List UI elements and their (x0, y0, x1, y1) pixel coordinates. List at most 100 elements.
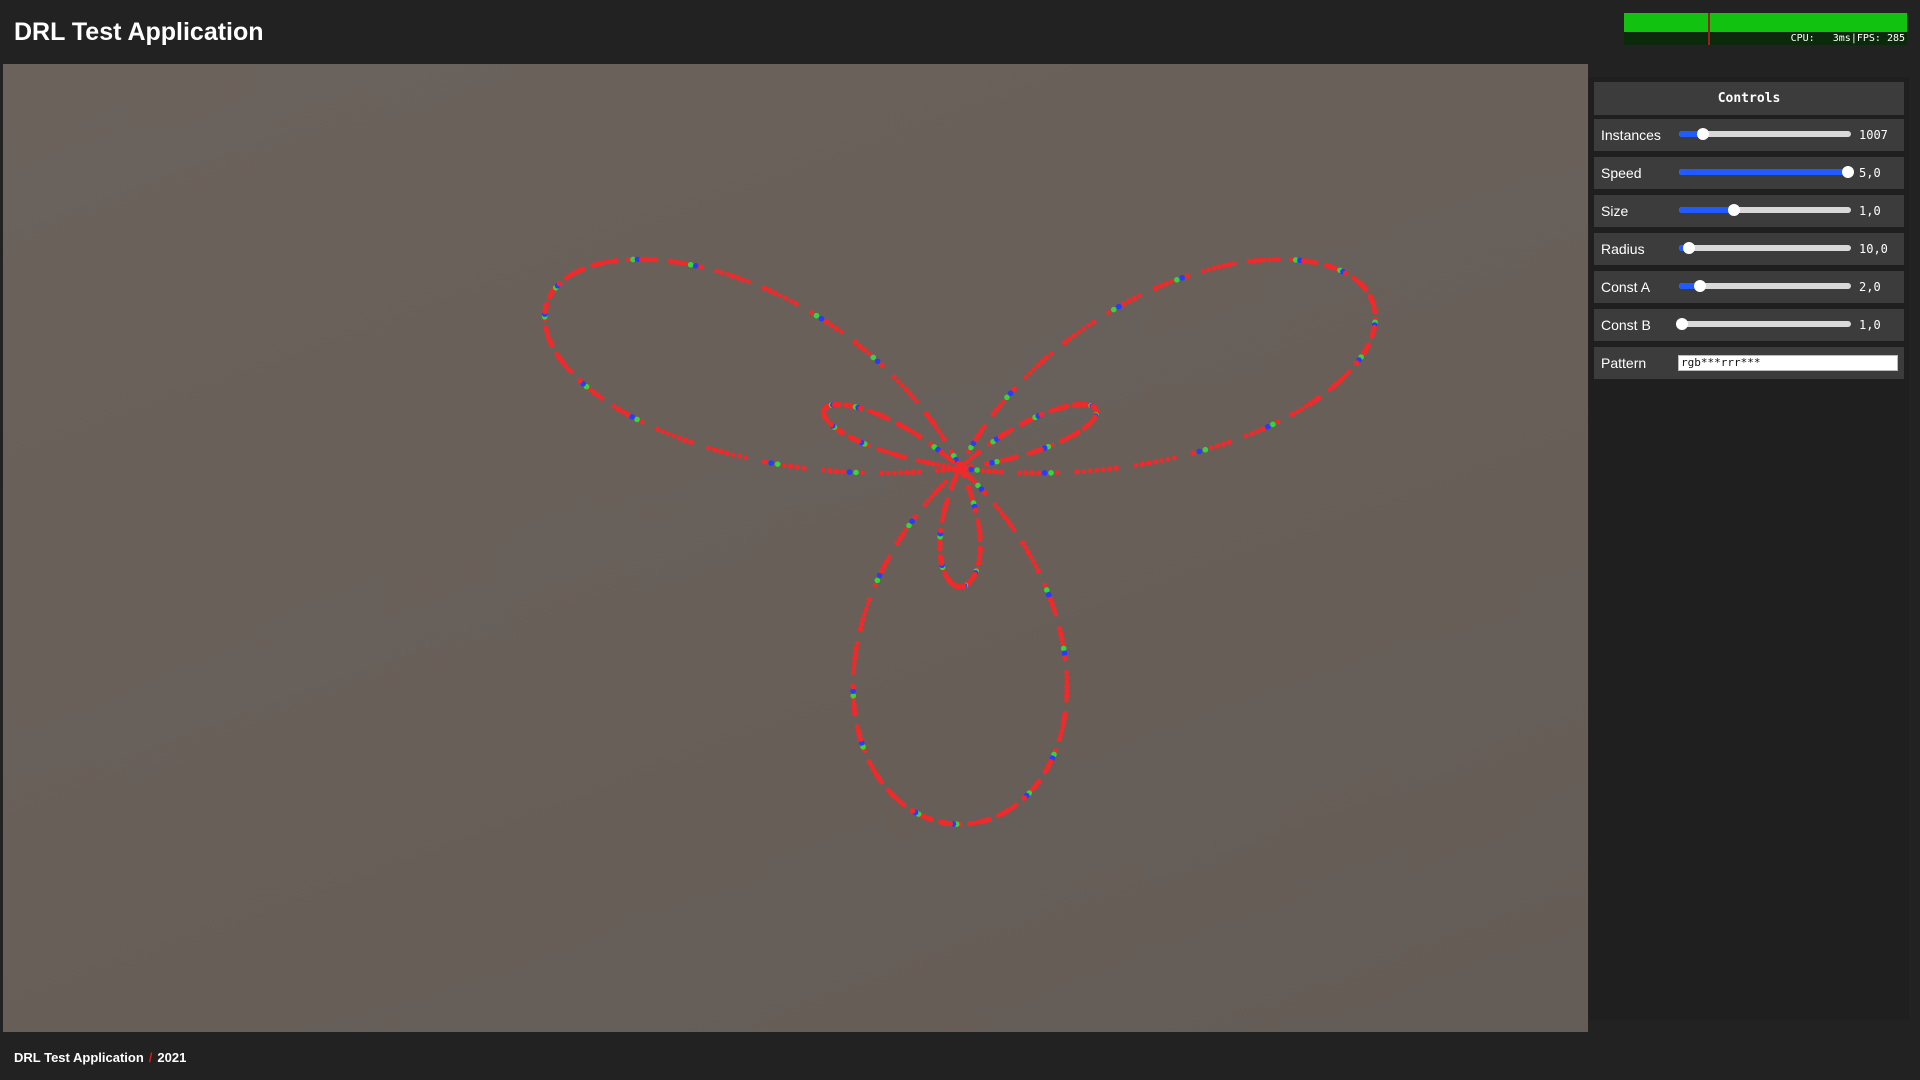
particle (1071, 332, 1077, 339)
control-row-instances: Instances 1007 (1594, 119, 1904, 151)
particle (1060, 724, 1066, 730)
slider-handle[interactable] (1676, 318, 1689, 330)
particle (833, 325, 840, 332)
particle (910, 394, 916, 401)
particle (800, 465, 807, 471)
particle (1042, 582, 1048, 588)
instances-value: 1007 (1859, 128, 1888, 142)
particle (1165, 456, 1171, 462)
particle (1043, 354, 1050, 361)
particle (857, 626, 864, 632)
speed-slider[interactable] (1679, 166, 1854, 178)
particle (1327, 387, 1333, 392)
particle (1110, 306, 1117, 313)
instances-label: Instances (1601, 127, 1661, 143)
particle (1025, 549, 1031, 556)
particle (1056, 626, 1063, 632)
particle (1031, 366, 1037, 372)
particle (1066, 336, 1073, 342)
size-slider[interactable] (1679, 204, 1851, 216)
const-b-slider[interactable] (1676, 318, 1851, 330)
particle (736, 453, 742, 459)
particle (1146, 460, 1152, 466)
pattern-input[interactable]: rgb***rrr*** (1678, 355, 1898, 371)
particle (865, 602, 871, 607)
particle (1294, 409, 1300, 415)
app-title: DRL Test Application (14, 18, 264, 46)
particle (1042, 769, 1048, 775)
particle (942, 571, 949, 578)
particle (1152, 458, 1159, 465)
particle (851, 702, 857, 708)
particle (934, 468, 940, 473)
particle (974, 467, 980, 473)
particle (852, 650, 859, 657)
particle (1275, 419, 1281, 425)
particle (837, 402, 843, 407)
particle (1061, 339, 1068, 346)
slider-handle[interactable] (1841, 166, 1854, 178)
radius-value: 10,0 (1859, 242, 1888, 256)
particle (933, 424, 939, 429)
particle (1058, 438, 1065, 444)
particle (766, 287, 773, 294)
particle (998, 469, 1004, 475)
particle (717, 448, 724, 455)
particle (852, 655, 858, 661)
particle (698, 264, 704, 270)
slider-handle[interactable] (1728, 204, 1741, 216)
particle (999, 510, 1005, 516)
particle (1106, 465, 1113, 472)
particle (761, 458, 768, 465)
particle (883, 558, 890, 565)
particle (544, 301, 550, 307)
const-a-label: Const A (1601, 279, 1651, 295)
slider-handle[interactable] (1693, 280, 1706, 292)
slider-handle[interactable] (1697, 128, 1710, 140)
particle (1011, 527, 1017, 533)
performance-monitor: CPU: 3ms|FPS: 285 (1624, 13, 1907, 45)
particle (964, 459, 970, 464)
particle (827, 467, 833, 474)
particle (980, 468, 986, 473)
particle (556, 280, 563, 287)
particle (903, 527, 909, 533)
particle (930, 460, 936, 467)
particle (850, 683, 856, 690)
particle (823, 319, 830, 325)
particle (682, 437, 688, 443)
instances-slider[interactable] (1679, 128, 1851, 140)
control-row-const-b: Const B 1,0 (1594, 309, 1904, 341)
particle (1369, 334, 1375, 339)
particle (639, 419, 645, 425)
particle (994, 458, 1000, 465)
particle (1028, 554, 1034, 560)
particle (693, 263, 699, 269)
particle (876, 446, 882, 453)
particle (1027, 370, 1033, 376)
particle (1113, 465, 1120, 471)
const-a-slider[interactable] (1679, 280, 1851, 292)
particle (886, 554, 892, 560)
particle (851, 670, 856, 675)
particle (1035, 470, 1042, 476)
particle (909, 807, 916, 814)
particle (995, 506, 1001, 512)
radius-label: Radius (1601, 241, 1645, 257)
radius-slider[interactable] (1679, 242, 1851, 254)
pattern-label: Pattern (1601, 355, 1647, 371)
particle (1090, 319, 1097, 325)
particle (1033, 563, 1039, 569)
particle (781, 462, 787, 468)
particle (853, 645, 860, 652)
particle (946, 464, 952, 469)
particle (895, 378, 901, 384)
particle (863, 606, 869, 612)
particle (1270, 421, 1276, 428)
particle (1372, 308, 1378, 315)
particle (989, 459, 995, 466)
particle (950, 459, 956, 464)
particle (677, 260, 684, 266)
render-viewport[interactable] (3, 64, 1588, 1032)
slider-handle[interactable] (1683, 242, 1696, 254)
